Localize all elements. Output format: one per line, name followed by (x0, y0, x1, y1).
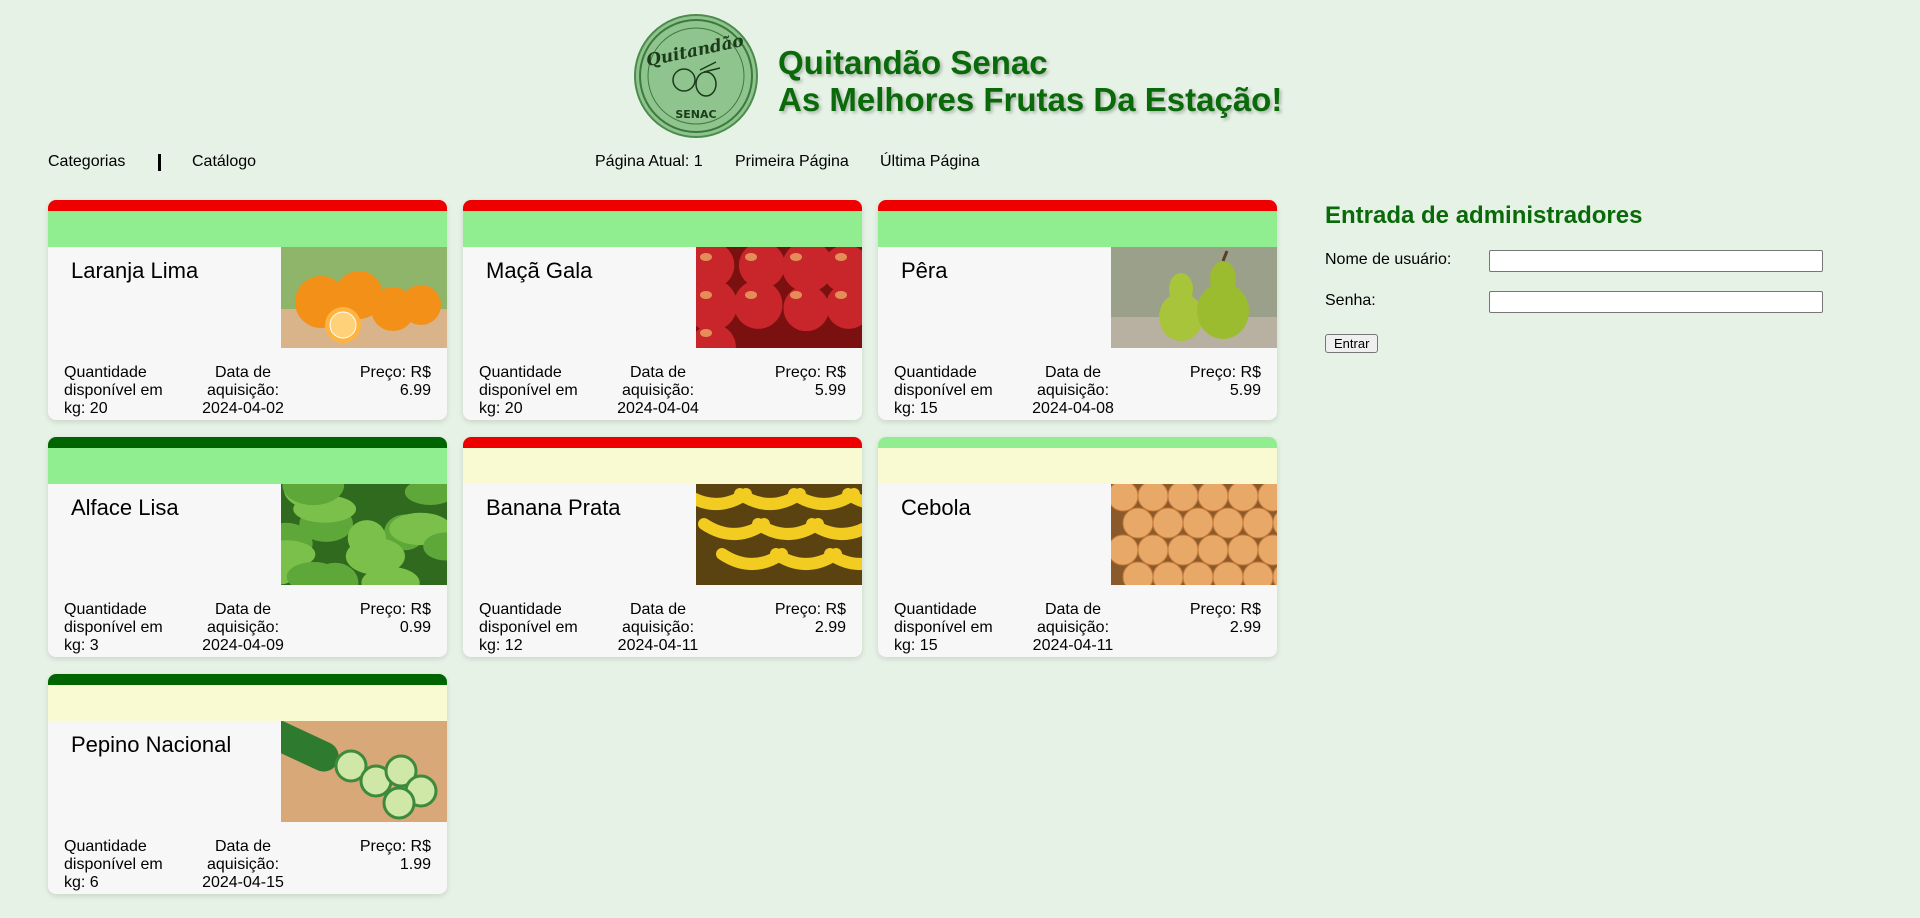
onion-photo (1111, 484, 1277, 585)
admin-login-title: Entrada de administradores (1325, 202, 1643, 229)
card-top-stripe (463, 200, 862, 211)
product-quantity: Quantidade disponível em kg: 12 (479, 601, 578, 654)
password-input[interactable] (1489, 291, 1823, 313)
nav-categories-link[interactable]: Categorias (48, 153, 125, 171)
page-title: Quitandão Senac As Melhores Frutas Da Es… (778, 44, 1282, 118)
product-card[interactable]: Maçã Gala Quantidade disponível em kg: 2… (463, 200, 862, 420)
card-color-band (48, 448, 447, 484)
product-date: Data de aquisição: 2024-04-15 (202, 838, 284, 891)
product-price: Preço: R$ 5.99 (774, 364, 846, 399)
product-name: Alface Lisa (71, 495, 179, 520)
product-name: Cebola (901, 495, 971, 520)
card-color-band (48, 211, 447, 247)
product-name: Pêra (901, 258, 948, 283)
cucumber-photo (281, 721, 447, 822)
last-page-link[interactable]: Última Página (880, 153, 980, 171)
pear-photo (1111, 247, 1277, 348)
apple-photo (696, 247, 862, 348)
product-price: Preço: R$ 6.99 (359, 364, 431, 399)
product-quantity: Quantidade disponível em kg: 15 (894, 601, 993, 654)
navbar: Categorias Catálogo Página Atual: 1 Prim… (48, 153, 1920, 173)
first-page-link[interactable]: Primeira Página (735, 153, 849, 171)
product-date: Data de aquisição: 2024-04-08 (1032, 364, 1114, 417)
card-top-stripe (878, 437, 1277, 448)
product-price: Preço: R$ 2.99 (1189, 601, 1261, 636)
product-card[interactable]: Banana Prata Quantidade disponível em kg… (463, 437, 862, 657)
product-price: Preço: R$ 2.99 (774, 601, 846, 636)
product-card[interactable]: Alface Lisa Quantidade disponível em kg:… (48, 437, 447, 657)
product-name: Banana Prata (486, 495, 621, 520)
site-name: Quitandão Senac (778, 44, 1048, 81)
current-page-indicator: Página Atual: 1 (595, 153, 703, 170)
product-price: Preço: R$ 1.99 (359, 838, 431, 873)
card-color-band (463, 448, 862, 484)
product-name: Laranja Lima (71, 258, 199, 283)
product-quantity: Quantidade disponível em kg: 20 (479, 364, 578, 417)
password-label: Senha: (1325, 292, 1376, 309)
logo-senac: SENAC (675, 108, 716, 121)
lettuce-photo (281, 484, 447, 585)
card-top-stripe (463, 437, 862, 448)
product-quantity: Quantidade disponível em kg: 3 (64, 601, 163, 654)
banana-photo (696, 484, 862, 585)
product-date: Data de aquisição: 2024-04-02 (202, 364, 284, 417)
card-color-band (878, 211, 1277, 247)
admin-login-form: Entrada de administradores Nome de usuár… (1325, 202, 1823, 353)
card-top-stripe (878, 200, 1277, 211)
username-label: Nome de usuário: (1325, 251, 1452, 268)
product-name: Maçã Gala (486, 258, 593, 283)
product-date: Data de aquisição: 2024-04-04 (617, 364, 699, 417)
logo: Quitandão SENAC (634, 14, 758, 138)
product-price: Preço: R$ 5.99 (1189, 364, 1261, 399)
card-top-stripe (48, 437, 447, 448)
login-button[interactable]: Entrar (1325, 334, 1379, 353)
card-color-band (48, 685, 447, 721)
product-quantity: Quantidade disponível em kg: 6 (64, 838, 163, 891)
product-date: Data de aquisição: 2024-04-09 (202, 601, 284, 654)
card-top-stripe (48, 674, 447, 685)
site-slogan: As Melhores Frutas Da Estação! (778, 81, 1283, 118)
card-color-band (878, 448, 1277, 484)
orange-photo (281, 247, 447, 348)
product-date: Data de aquisição: 2024-04-11 (1032, 601, 1114, 654)
product-price: Preço: R$ 0.99 (359, 601, 431, 636)
product-card[interactable]: Laranja Lima Quantidade disponível em kg… (48, 200, 447, 420)
product-card[interactable]: Pepino Nacional Quantidade disponível em… (48, 674, 447, 894)
product-card[interactable]: Cebola Quantidade disponível em kg: 15 D… (878, 437, 1277, 657)
card-top-stripe (48, 200, 447, 211)
product-date: Data de aquisição: 2024-04-11 (617, 601, 699, 654)
product-quantity: Quantidade disponível em kg: 20 (64, 364, 163, 417)
username-input[interactable] (1489, 250, 1823, 272)
product-name: Pepino Nacional (71, 732, 232, 757)
nav-catalog-link[interactable]: Catálogo (192, 153, 256, 171)
nav-divider (158, 154, 161, 171)
product-card[interactable]: Pêra Quantidade disponível em kg: 15 Dat… (878, 200, 1277, 420)
card-color-band (463, 211, 862, 247)
product-quantity: Quantidade disponível em kg: 15 (894, 364, 993, 417)
